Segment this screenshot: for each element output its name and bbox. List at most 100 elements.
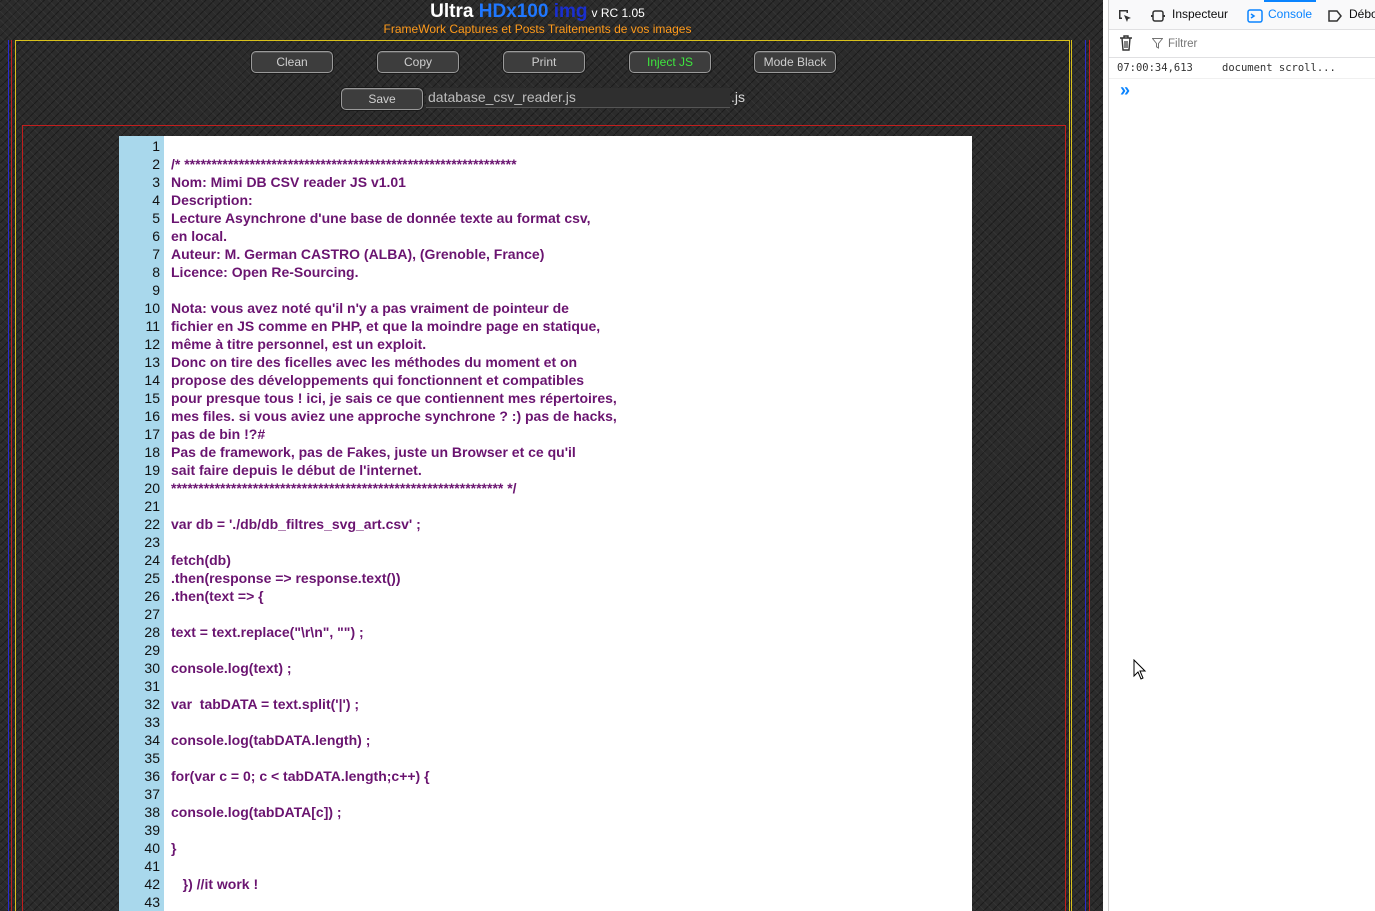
line-number: 8 [152,264,160,280]
frame-line-left-blue [8,40,9,911]
line-number: 6 [152,228,160,244]
console-toolbar [1109,30,1375,58]
line-number: 12 [144,336,160,352]
code-editor[interactable]: 1 2/* ***********************************… [119,136,972,911]
line-number: 41 [144,858,160,874]
code-line-text: propose des développements qui fonctionn… [171,372,585,388]
code-line-text: console.log(tabDATA.length) ; [171,732,371,748]
save-button[interactable]: Save [341,88,423,110]
copy-button[interactable]: Copy [377,51,459,73]
tab-debugger[interactable]: Débo [1349,0,1375,29]
line-number: 43 [144,894,160,910]
code-line-text: Auteur: M. German CASTRO (ALBA), (Grenob… [171,246,545,262]
code-line-text: Nota: vous avez noté qu'il n'y a pas vra… [171,300,569,316]
line-number: 23 [144,534,160,550]
line-number: 10 [144,300,160,316]
line-number: 7 [152,246,160,262]
code-line-text: console.log(tabDATA[c]) ; [171,804,342,820]
trash-icon[interactable] [1119,35,1133,54]
code-line-text: ****************************************… [171,480,517,496]
line-number: 19 [144,462,160,478]
line-number: 29 [144,642,160,658]
line-number: 3 [152,174,160,190]
line-number: 26 [144,588,160,604]
mouse-pointer-icon [1133,658,1147,686]
line-number: 36 [144,768,160,784]
code-line-text: for(var c = 0; c < tabDATA.length;c++) { [171,768,430,784]
line-number: 14 [144,372,160,388]
code-line-text: /* *************************************… [171,156,517,172]
line-number: 37 [144,786,160,802]
code-line-text: Lecture Asynchrone d'une base de donnée … [171,210,591,226]
frame-line-right-yellow [1071,40,1072,911]
frame-line-right-red [1089,40,1090,911]
code-line-text: text = text.replace("\r\n", "") ; [171,624,364,640]
filter-icon [1151,38,1164,52]
app-title: Ultra HDx100 img v RC 1.05 [0,1,1075,24]
code-line-text: pour presque tous ! ici, je sais ce que … [171,390,617,406]
line-number: 2 [152,156,160,172]
filename-input[interactable] [426,88,730,108]
log-message[interactable]: document scroll... [1222,58,1336,78]
inject-js-button[interactable]: Inject JS [629,51,711,73]
code-line-text: Pas de framework, pas de Fakes, juste un… [171,444,576,460]
code-line-text: var tabDATA = text.split('|') ; [171,696,360,712]
line-number: 4 [152,192,160,208]
line-number: 33 [144,714,160,730]
line-number: 21 [144,498,160,514]
print-button[interactable]: Print [503,51,585,73]
inspector-icon [1151,0,1165,29]
line-number: 42 [144,876,160,892]
line-number: 1 [152,138,160,154]
code-line-text: sait faire depuis le début de l'internet… [171,462,422,478]
line-number: 5 [152,210,160,226]
code-line-text: fichier en JS comme en PHP, et que la mo… [171,318,601,334]
file-extension-label: .js [731,89,745,105]
line-number: 28 [144,624,160,640]
line-number: 24 [144,552,160,568]
line-number: 9 [152,282,160,298]
console-prompt[interactable]: » [1120,80,1130,101]
title-part-ultra: Ultra [430,1,479,22]
console-icon [1247,0,1263,29]
line-number: 35 [144,750,160,766]
line-number: 11 [145,318,160,334]
line-number: 30 [144,660,160,676]
clean-button[interactable]: Clean [251,51,333,73]
code-line-text: .then(response => response.text()) [171,570,401,586]
line-number: 22 [144,516,160,532]
console-filter-input[interactable] [1166,34,1375,55]
code-line-text: Donc on tire des ficelles avec les métho… [171,354,578,370]
element-picker-icon[interactable] [1117,0,1133,29]
code-line-text: mes files. si vous aviez une approche sy… [171,408,617,424]
code-line-text: var db = './db/db_filtres_svg_art.csv' ; [171,516,421,532]
mode-black-button[interactable]: Mode Black [754,51,836,73]
app-subtitle: FrameWork Captures et Posts Traitements … [383,22,692,36]
line-number: 34 [144,732,160,748]
code-line-text: .then(text => { [171,588,264,604]
devtools-tab-bar: Inspecteur Console Débo [1109,0,1375,30]
title-part-hdx100: HDx100 [478,1,554,22]
tab-console[interactable]: Console [1263,0,1317,29]
code-line-text: en local. [171,228,228,244]
title-part-img: img [553,1,588,22]
code-line-text: } [171,840,177,856]
frame-line-right-blue [1085,40,1086,911]
line-number: 15 [144,390,160,406]
code-line-text: }) //it work ! [171,876,259,892]
code-line-text: Description: [171,192,253,208]
frame-line-left-red [11,40,12,911]
line-number: 18 [144,444,160,460]
line-number: 27 [144,606,160,622]
line-number: 39 [144,822,160,838]
code-line-text: même à titre personnel, est un exploit. [171,336,427,352]
line-number: 38 [144,804,160,820]
line-number: 31 [144,678,160,694]
line-number: 13 [144,354,160,370]
tab-inspecteur[interactable]: Inspecteur [1172,0,1228,29]
app-version: v RC 1.05 [591,6,645,20]
line-number: 25 [144,570,160,586]
code-line-text: fetch(db) [171,552,231,568]
line-number: 20 [144,480,160,496]
code-line-text: console.log(text) ; [171,660,292,676]
